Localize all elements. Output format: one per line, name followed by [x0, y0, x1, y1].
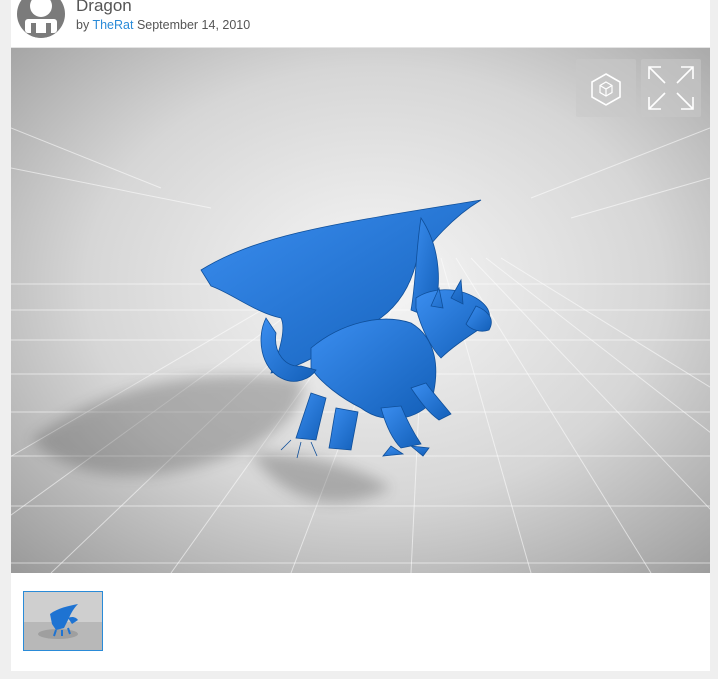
fullscreen-button[interactable]: [641, 59, 701, 117]
user-silhouette-icon: [25, 0, 57, 38]
cube-icon: [591, 73, 621, 106]
model-viewer[interactable]: [11, 48, 710, 573]
thing-title: Dragon: [76, 0, 132, 15]
thing-header: Dragon by TheRat September 14, 2010: [11, 0, 710, 47]
publish-date: September 14, 2010: [136, 18, 251, 32]
dragon-thumbnail: [24, 592, 102, 650]
model-render: [11, 48, 710, 573]
by-label: by: [76, 18, 90, 32]
view-3d-button[interactable]: [576, 59, 636, 117]
thumbnail-strip: [23, 591, 103, 651]
thumbnail-item[interactable]: [23, 591, 103, 651]
byline: by TheRat September 14, 2010: [76, 17, 250, 33]
thing-card: Dragon by TheRat September 14, 2010: [11, 0, 710, 671]
fullscreen-icon: [648, 66, 694, 110]
author-link[interactable]: TheRat: [92, 18, 133, 32]
user-avatar[interactable]: [17, 0, 65, 38]
